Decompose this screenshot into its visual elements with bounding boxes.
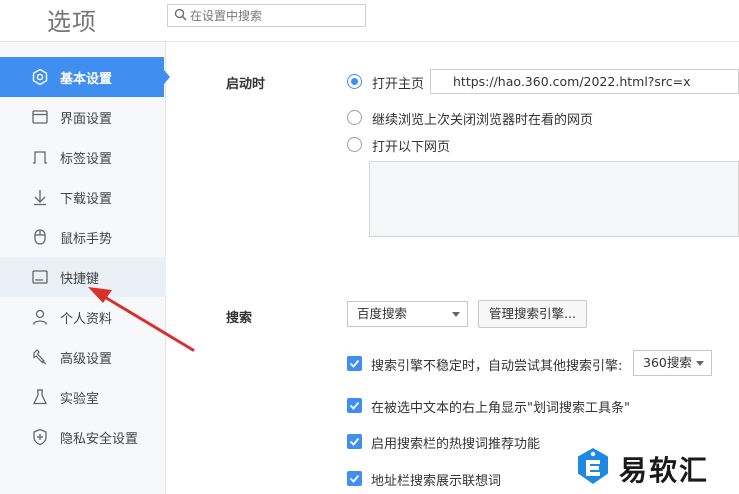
auto-switch-engine-label: 搜索引擎不稳定时，自动尝试其他搜索引擎: xyxy=(371,359,623,374)
hot-search-suggestions-checkbox[interactable] xyxy=(347,434,362,449)
sidebar-item-label: 基本设置 xyxy=(60,71,113,87)
startup-open-homepage-radio[interactable] xyxy=(347,74,362,89)
chevron-down-icon xyxy=(696,361,704,366)
search-engine-select[interactable]: 百度搜索 xyxy=(347,301,468,327)
selection-search-toolbar-label: 在被选中文本的右上角显示"划词搜索工具条" xyxy=(371,401,630,416)
sidebar-item-tab-settings[interactable]: 标签设置 xyxy=(0,137,166,177)
fallback-engine-select[interactable]: 360搜索 xyxy=(633,350,712,376)
startup-pages-list xyxy=(369,161,739,237)
sidebar-item-basic-settings[interactable]: 基本设置 xyxy=(0,57,170,97)
manage-search-engines-button[interactable]: 管理搜索引擎... xyxy=(478,300,587,328)
brand-logo-icon xyxy=(578,448,608,484)
sidebar-item-interface-settings[interactable]: 界面设置 xyxy=(0,97,166,137)
check-icon xyxy=(349,401,360,410)
sidebar-item-shortcuts[interactable]: 快捷键 xyxy=(0,257,166,297)
address-bar-suggestions-label: 地址栏搜索展示联想词 xyxy=(371,474,502,489)
startup-open-pages-label: 打开以下网页 xyxy=(372,140,451,155)
fallback-engine-selected: 360搜索 xyxy=(643,355,692,370)
flask-icon xyxy=(32,389,48,405)
sidebar-item-label: 快捷键 xyxy=(60,271,100,287)
user-icon xyxy=(32,309,48,325)
auto-switch-engine-checkbox[interactable] xyxy=(347,356,362,371)
sidebar: 基本设置 界面设置 标签设置 下载设置 鼠标手势 快捷键 个人资料 高级设置 实… xyxy=(0,42,170,494)
settings-search[interactable] xyxy=(167,4,366,27)
search-section-label: 搜索 xyxy=(226,311,253,326)
sidebar-item-label: 隐私安全设置 xyxy=(60,431,139,447)
sidebar-item-profile[interactable]: 个人资料 xyxy=(0,297,166,337)
sidebar-item-label: 个人资料 xyxy=(60,311,113,327)
sidebar-item-mouse-gestures[interactable]: 鼠标手势 xyxy=(0,217,166,257)
wrench-icon xyxy=(33,349,47,365)
sidebar-item-label: 标签设置 xyxy=(60,151,113,167)
startup-section-label: 启动时 xyxy=(226,77,266,92)
startup-open-homepage-label: 打开主页 xyxy=(372,77,425,92)
sidebar-item-download-settings[interactable]: 下载设置 xyxy=(0,177,166,217)
homepage-url-field[interactable]: https://hao.360.com/2022.html?src=x xyxy=(430,69,739,94)
watermark-logo xyxy=(572,444,614,488)
selection-search-toolbar-checkbox[interactable] xyxy=(347,398,362,413)
sidebar-item-label: 实验室 xyxy=(60,391,100,407)
check-icon xyxy=(349,474,360,483)
mouse-icon xyxy=(34,229,46,245)
sidebar-item-label: 鼠标手势 xyxy=(60,231,113,247)
sidebar-item-lab[interactable]: 实验室 xyxy=(0,377,166,417)
keyboard-icon xyxy=(32,270,48,284)
shield-icon xyxy=(33,428,47,446)
sidebar-item-advanced-settings[interactable]: 高级设置 xyxy=(0,337,166,377)
window-icon xyxy=(32,110,48,124)
active-indicator xyxy=(164,70,170,84)
startup-continue-last-session-radio[interactable] xyxy=(347,110,362,125)
hot-search-suggestions-label: 启用搜索栏的热搜词推荐功能 xyxy=(371,437,541,452)
page-title: 选项 xyxy=(47,8,97,36)
chevron-down-icon xyxy=(452,312,460,317)
sidebar-item-label: 高级设置 xyxy=(60,351,113,367)
sidebar-item-label: 界面设置 xyxy=(60,111,113,127)
startup-continue-last-session-label: 继续浏览上次关闭浏览器时在看的网页 xyxy=(372,113,594,128)
search-input[interactable] xyxy=(190,6,360,25)
top-bar: 选项 xyxy=(0,0,739,42)
sidebar-item-label: 下载设置 xyxy=(60,191,113,207)
search-engine-selected: 百度搜索 xyxy=(357,306,408,321)
download-icon xyxy=(34,190,46,206)
sidebar-item-privacy-security[interactable]: 隐私安全设置 xyxy=(0,417,166,457)
check-icon xyxy=(349,359,360,368)
gear-icon xyxy=(32,68,48,86)
search-icon xyxy=(174,8,187,21)
tab-icon xyxy=(33,151,47,164)
address-bar-suggestions-checkbox[interactable] xyxy=(347,471,362,486)
watermark-text: 易软汇 xyxy=(619,454,710,487)
check-icon xyxy=(349,437,360,446)
startup-open-pages-radio[interactable] xyxy=(347,137,362,152)
